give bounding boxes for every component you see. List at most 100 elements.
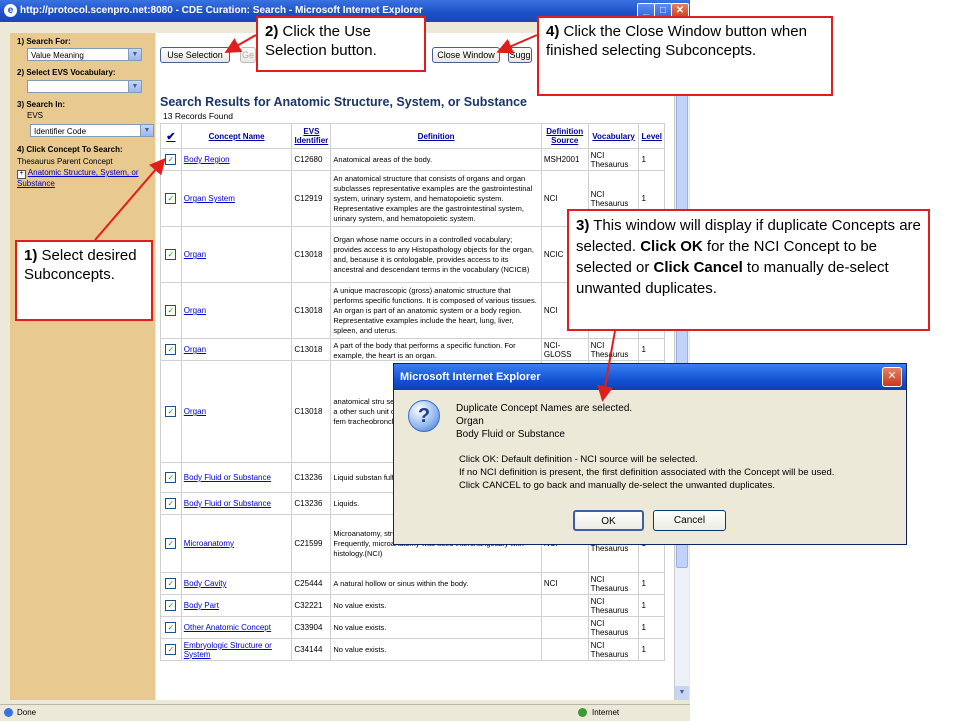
scroll-down-icon[interactable]: ▼: [675, 686, 689, 700]
row-checkbox-cell[interactable]: ✓: [160, 338, 182, 361]
checkbox-checked-icon[interactable]: ✓: [165, 600, 177, 611]
checkbox-checked-icon[interactable]: ✓: [165, 249, 177, 260]
concept-name-link-cell[interactable]: Embryologic Structure or System: [180, 638, 293, 661]
concept-name-link-cell[interactable]: Organ: [180, 282, 293, 339]
search-sidebar: 1) Search For: Value Meaning ▼ 2) Select…: [10, 33, 155, 700]
checkbox-checked-icon[interactable]: ✓: [165, 622, 177, 633]
checkbox-checked-icon[interactable]: ✓: [165, 406, 177, 417]
evs-identifier-cell: C13236: [291, 492, 332, 515]
row-checkbox-cell[interactable]: ✓: [160, 360, 182, 463]
col-vocabulary[interactable]: Vocabulary: [587, 123, 640, 149]
row-checkbox-cell[interactable]: ✓: [160, 148, 182, 171]
callout-4-text: Click the Close Window button when finis…: [546, 23, 807, 59]
parent-concept-item[interactable]: + Anatomic Structure, System, or Substan…: [17, 168, 152, 189]
concept-name-link-cell[interactable]: Other Anatomic Concept: [180, 616, 293, 639]
checkbox-checked-icon[interactable]: ✓: [165, 472, 177, 483]
callout-close-window: 4) Click the Close Window button when fi…: [537, 16, 833, 96]
row-checkbox-cell[interactable]: ✓: [160, 638, 182, 661]
concept-name-link-cell[interactable]: Organ: [180, 226, 293, 283]
checkbox-checked-icon[interactable]: ✓: [165, 498, 177, 509]
level-cell: 1: [638, 594, 665, 617]
concept-name-link[interactable]: Organ: [184, 250, 206, 259]
row-checkbox-cell[interactable]: ✓: [160, 514, 182, 573]
col-definition-source[interactable]: Definition Source: [540, 123, 589, 149]
cancel-button[interactable]: Cancel: [653, 510, 726, 531]
table-header-row: ✔ Concept Name EVS Identifier Definition…: [160, 123, 665, 149]
concept-name-link-cell[interactable]: Body Fluid or Substance: [180, 462, 293, 493]
concept-name-link-cell[interactable]: Body Region: [180, 148, 293, 171]
level-cell: 1: [638, 338, 665, 361]
chevron-down-icon[interactable]: ▼: [128, 49, 141, 60]
concept-name-link-cell[interactable]: Body Cavity: [180, 572, 293, 595]
concept-name-link[interactable]: Organ: [184, 306, 206, 315]
col-level[interactable]: Level: [638, 123, 665, 149]
select-all-checkmark-icon[interactable]: ✔: [160, 123, 182, 149]
status-text: Done: [17, 708, 37, 717]
row-checkbox-cell[interactable]: ✓: [160, 616, 182, 639]
row-checkbox-cell[interactable]: ✓: [160, 572, 182, 595]
vocabulary: NCI Thesaurus: [590, 340, 629, 359]
col-definition[interactable]: Definition: [330, 123, 542, 149]
concept-name-link[interactable]: Body Cavity: [184, 579, 227, 588]
concept-name-link-cell[interactable]: Body Fluid or Substance: [180, 492, 293, 515]
close-window-button[interactable]: Close Window: [432, 47, 500, 63]
definition-source: NCI-GLOSS: [543, 340, 572, 359]
concept-name-link-cell[interactable]: Organ: [180, 338, 293, 361]
concept-name-link[interactable]: Organ: [184, 407, 206, 416]
concept-name-link[interactable]: Other Anatomic Concept: [184, 623, 271, 632]
row-checkbox-cell[interactable]: ✓: [160, 492, 182, 515]
checkbox-checked-icon[interactable]: ✓: [165, 344, 177, 355]
concept-name-link[interactable]: Body Fluid or Substance: [184, 499, 271, 508]
concept-name-link[interactable]: Body Part: [184, 601, 219, 610]
level-cell: 1: [638, 148, 665, 171]
table-row: ✓ Body Region C12680 Anatomical areas of th…: [160, 148, 665, 171]
definition-source-cell: NCI: [540, 572, 589, 595]
suggest-button[interactable]: Sugg: [508, 47, 532, 63]
level-cell: 1: [638, 616, 665, 639]
row-checkbox-cell[interactable]: ✓: [160, 226, 182, 283]
search-in-select[interactable]: Identifier Code ▼: [30, 124, 154, 137]
get-button[interactable]: Ge: [240, 47, 256, 63]
use-selection-button[interactable]: Use Selection: [160, 47, 230, 63]
search-in-value: Identifier Code: [34, 127, 87, 136]
vocab-select[interactable]: ▼: [27, 80, 142, 93]
evs-identifier: C25444: [294, 579, 323, 588]
row-checkbox-cell[interactable]: ✓: [160, 170, 182, 227]
concept-name-link-cell[interactable]: Organ System: [180, 170, 293, 227]
checkbox-checked-icon[interactable]: ✓: [165, 305, 177, 316]
close-icon[interactable]: ✕: [882, 367, 902, 387]
checkbox-checked-icon[interactable]: ✓: [165, 578, 177, 589]
parent-concept-link[interactable]: Anatomic Structure, System, or Substance: [17, 168, 138, 188]
concept-name-link[interactable]: Organ System: [184, 194, 235, 203]
dialog-line-2: Organ: [456, 416, 484, 427]
chevron-down-icon[interactable]: ▼: [128, 81, 141, 92]
concept-name-link[interactable]: Body Fluid or Substance: [184, 473, 271, 482]
concept-name-link-cell[interactable]: Organ: [180, 360, 293, 463]
search-in-sub: EVS: [27, 111, 44, 120]
row-checkbox-cell[interactable]: ✓: [160, 594, 182, 617]
ok-button[interactable]: OK: [573, 510, 644, 531]
checkbox-checked-icon[interactable]: ✓: [165, 644, 177, 655]
evs-identifier-cell: C13018: [291, 338, 332, 361]
evs-identifier-cell: C25444: [291, 572, 332, 595]
row-checkbox-cell[interactable]: ✓: [160, 462, 182, 493]
concept-name-link[interactable]: Embryologic Structure or System: [184, 641, 272, 659]
checkbox-checked-icon[interactable]: ✓: [165, 538, 177, 549]
level: 1: [641, 601, 646, 610]
search-for-select[interactable]: Value Meaning ▼: [27, 48, 142, 61]
checkbox-checked-icon[interactable]: ✓: [165, 154, 177, 165]
concept-name-link[interactable]: Body Region: [184, 155, 230, 164]
concept-name-link[interactable]: Microanatomy: [184, 539, 234, 548]
col-concept-name[interactable]: Concept Name: [180, 123, 293, 149]
concept-name-link-cell[interactable]: Body Part: [180, 594, 293, 617]
chevron-down-icon[interactable]: ▼: [140, 125, 153, 136]
checkbox-checked-icon[interactable]: ✓: [165, 193, 177, 204]
col-evs-identifier[interactable]: EVS Identifier: [291, 123, 332, 149]
concept-name-link[interactable]: Organ: [184, 345, 206, 354]
concept-name-link-cell[interactable]: Microanatomy: [180, 514, 293, 573]
table-row: ✓ Body Cavity C25444 A natural hollow or si…: [160, 572, 665, 595]
row-checkbox-cell[interactable]: ✓: [160, 282, 182, 339]
definition: No value exists.: [333, 600, 387, 610]
duplicate-concepts-dialog: Microsoft Internet Explorer ✕ ? Duplicat…: [393, 363, 907, 545]
expand-plus-icon[interactable]: +: [17, 170, 26, 179]
